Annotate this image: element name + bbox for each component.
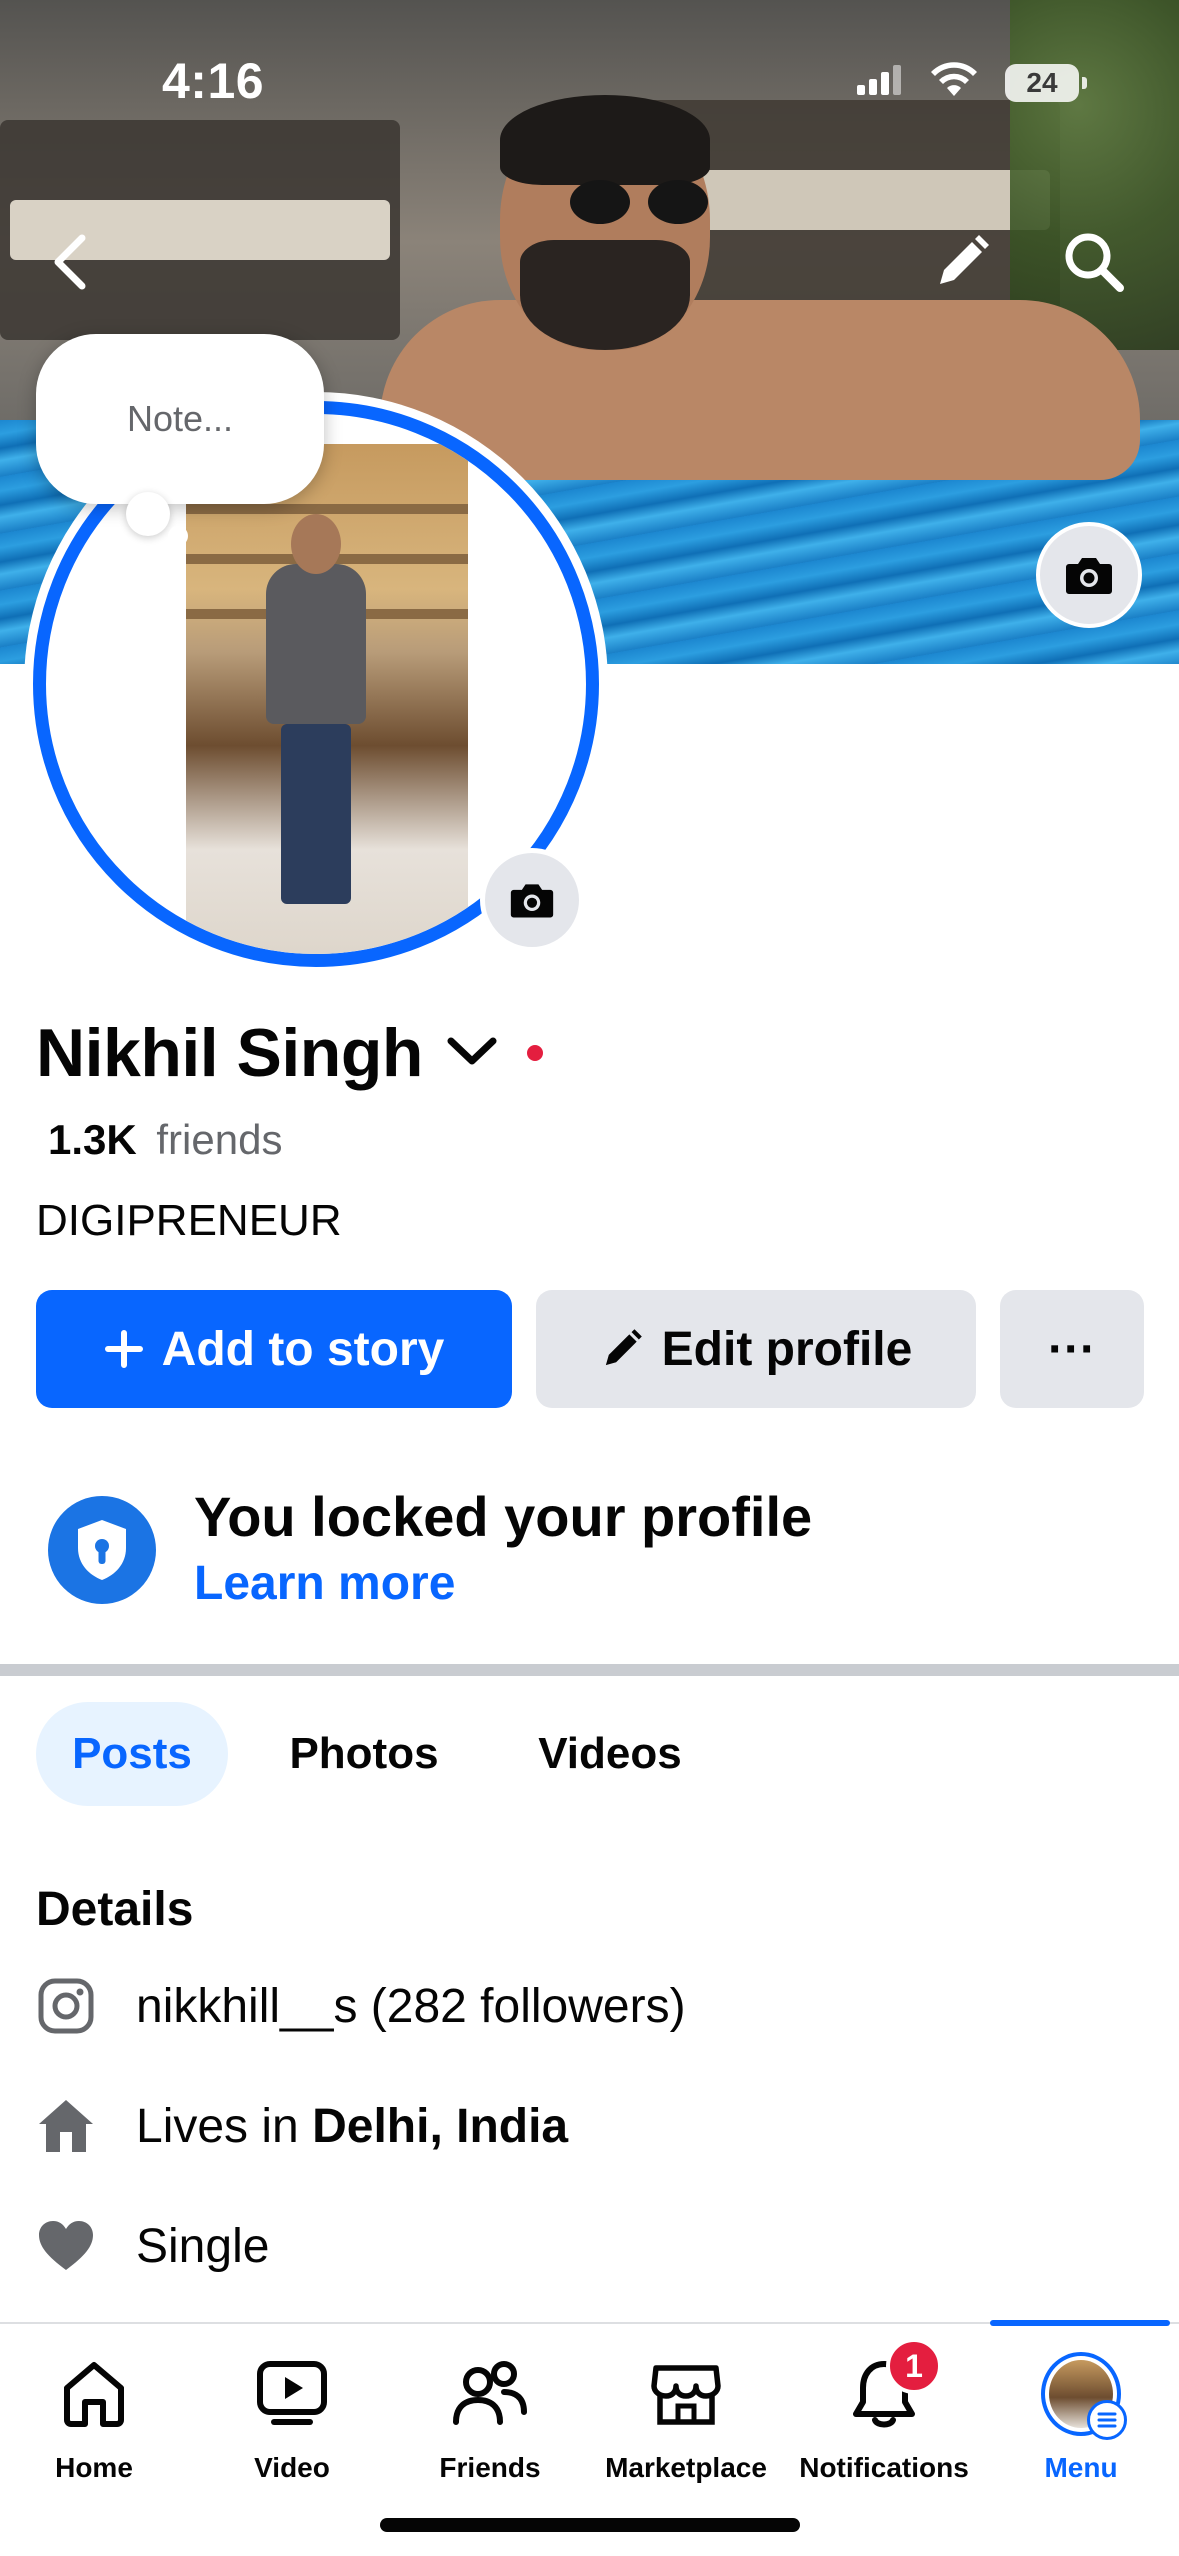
add-to-story-button[interactable]: Add to story (36, 1290, 512, 1408)
section-divider (0, 1664, 1179, 1676)
shield-lock-icon (48, 1496, 156, 1604)
locked-profile-title: You locked your profile (194, 1485, 813, 1548)
profile-name-row: Nikhil Singh (36, 1014, 543, 1092)
lives-in-text: Lives in Delhi, India (136, 2099, 568, 2154)
cover-person-hair (500, 95, 710, 185)
video-icon (252, 2354, 332, 2434)
marketplace-icon (646, 2354, 726, 2434)
friends-label: friends (156, 1116, 283, 1163)
more-dots-icon: ··· (1048, 1322, 1096, 1376)
nav-menu-label: Menu (1044, 2452, 1118, 2483)
plus-icon (104, 1330, 143, 1368)
home-indicator[interactable] (380, 2518, 800, 2532)
nav-notifications[interactable]: 1 Notifications (786, 2338, 982, 2484)
note-bubble[interactable]: Note... (36, 334, 324, 504)
profile-camera-button[interactable] (480, 848, 584, 952)
profile-switch-button[interactable] (445, 1033, 499, 1074)
menu-avatar (1041, 2352, 1127, 2440)
camera-icon (510, 884, 554, 918)
cellular-signal-icon (857, 65, 903, 100)
note-bubble-tail (168, 526, 188, 546)
bell-icon: 1 (844, 2338, 942, 2434)
lives-in-prefix: Lives in (136, 2099, 299, 2153)
note-bubble-tail (126, 492, 170, 536)
nav-video-label: Video (254, 2452, 330, 2483)
cover-camera-button[interactable] (1036, 522, 1142, 628)
friends-icon (450, 2354, 530, 2434)
nav-marketplace-label: Marketplace (605, 2452, 767, 2483)
friends-number: 1.3K (48, 1116, 137, 1163)
cover-person-sunglasses (570, 180, 710, 224)
detail-instagram[interactable]: nikkhill__s (282 followers) (36, 1976, 686, 2036)
tab-posts[interactable]: Posts (36, 1702, 228, 1806)
pencil-icon (940, 235, 989, 284)
more-options-button[interactable]: ··· (1000, 1290, 1144, 1408)
nav-home-label: Home (55, 2452, 133, 2483)
nav-friends[interactable]: Friends (392, 2354, 588, 2484)
notification-dot (526, 1045, 543, 1061)
camera-icon (1066, 558, 1112, 594)
search-icon (1065, 233, 1124, 292)
profile-photo (186, 444, 468, 954)
add-to-story-label: Add to story (161, 1322, 445, 1376)
home-icon (54, 2354, 134, 2434)
nav-notifications-label: Notifications (799, 2452, 969, 2483)
tab-photos[interactable]: Photos (266, 1702, 462, 1806)
profile-name: Nikhil Singh (36, 1015, 423, 1091)
relationship-status: Single (136, 2219, 270, 2273)
nav-friends-label: Friends (439, 2452, 541, 2483)
cover-chair-cushion (650, 170, 1050, 230)
wifi-icon (929, 62, 979, 103)
nav-menu[interactable]: Menu (983, 2352, 1179, 2484)
status-icons: 24 (857, 62, 1087, 103)
nav-marketplace[interactable]: Marketplace (588, 2354, 784, 2484)
notification-count-badge: 1 (886, 2338, 942, 2394)
chevron-left-icon (54, 234, 86, 290)
nav-home[interactable]: Home (0, 2354, 192, 2484)
heart-icon (36, 2216, 96, 2276)
lives-in-place: Delhi, India (312, 2099, 569, 2153)
status-time: 4:16 (162, 53, 265, 109)
profile-bio: DIGIPRENEUR (36, 1196, 342, 1245)
menu-lines-icon (1087, 2400, 1127, 2440)
detail-lives-in: Lives in Delhi, India (36, 2096, 568, 2156)
back-button[interactable] (30, 222, 110, 302)
edit-profile-button[interactable]: Edit profile (536, 1290, 976, 1408)
search-button[interactable] (1054, 222, 1134, 302)
instagram-handle: nikkhill__s (282 followers) (136, 1979, 686, 2033)
active-tab-indicator (990, 2320, 1170, 2326)
battery-icon: 24 (1005, 63, 1087, 102)
learn-more-link[interactable]: Learn more (194, 1556, 455, 1611)
nav-video[interactable]: Video (194, 2354, 390, 2484)
tab-videos[interactable]: Videos (512, 1702, 708, 1806)
instagram-icon (36, 1976, 96, 2036)
edit-profile-label: Edit profile (661, 1322, 913, 1376)
detail-relationship: Single (36, 2216, 269, 2276)
details-heading: Details (36, 1883, 194, 1936)
pencil-icon (605, 1329, 642, 1366)
home-icon (36, 2096, 96, 2156)
friends-count[interactable]: 1.3K friends (48, 1116, 282, 1164)
cover-person-beard (520, 240, 690, 350)
chevron-down-icon (447, 1037, 497, 1064)
edit-cover-button[interactable] (922, 222, 1002, 302)
